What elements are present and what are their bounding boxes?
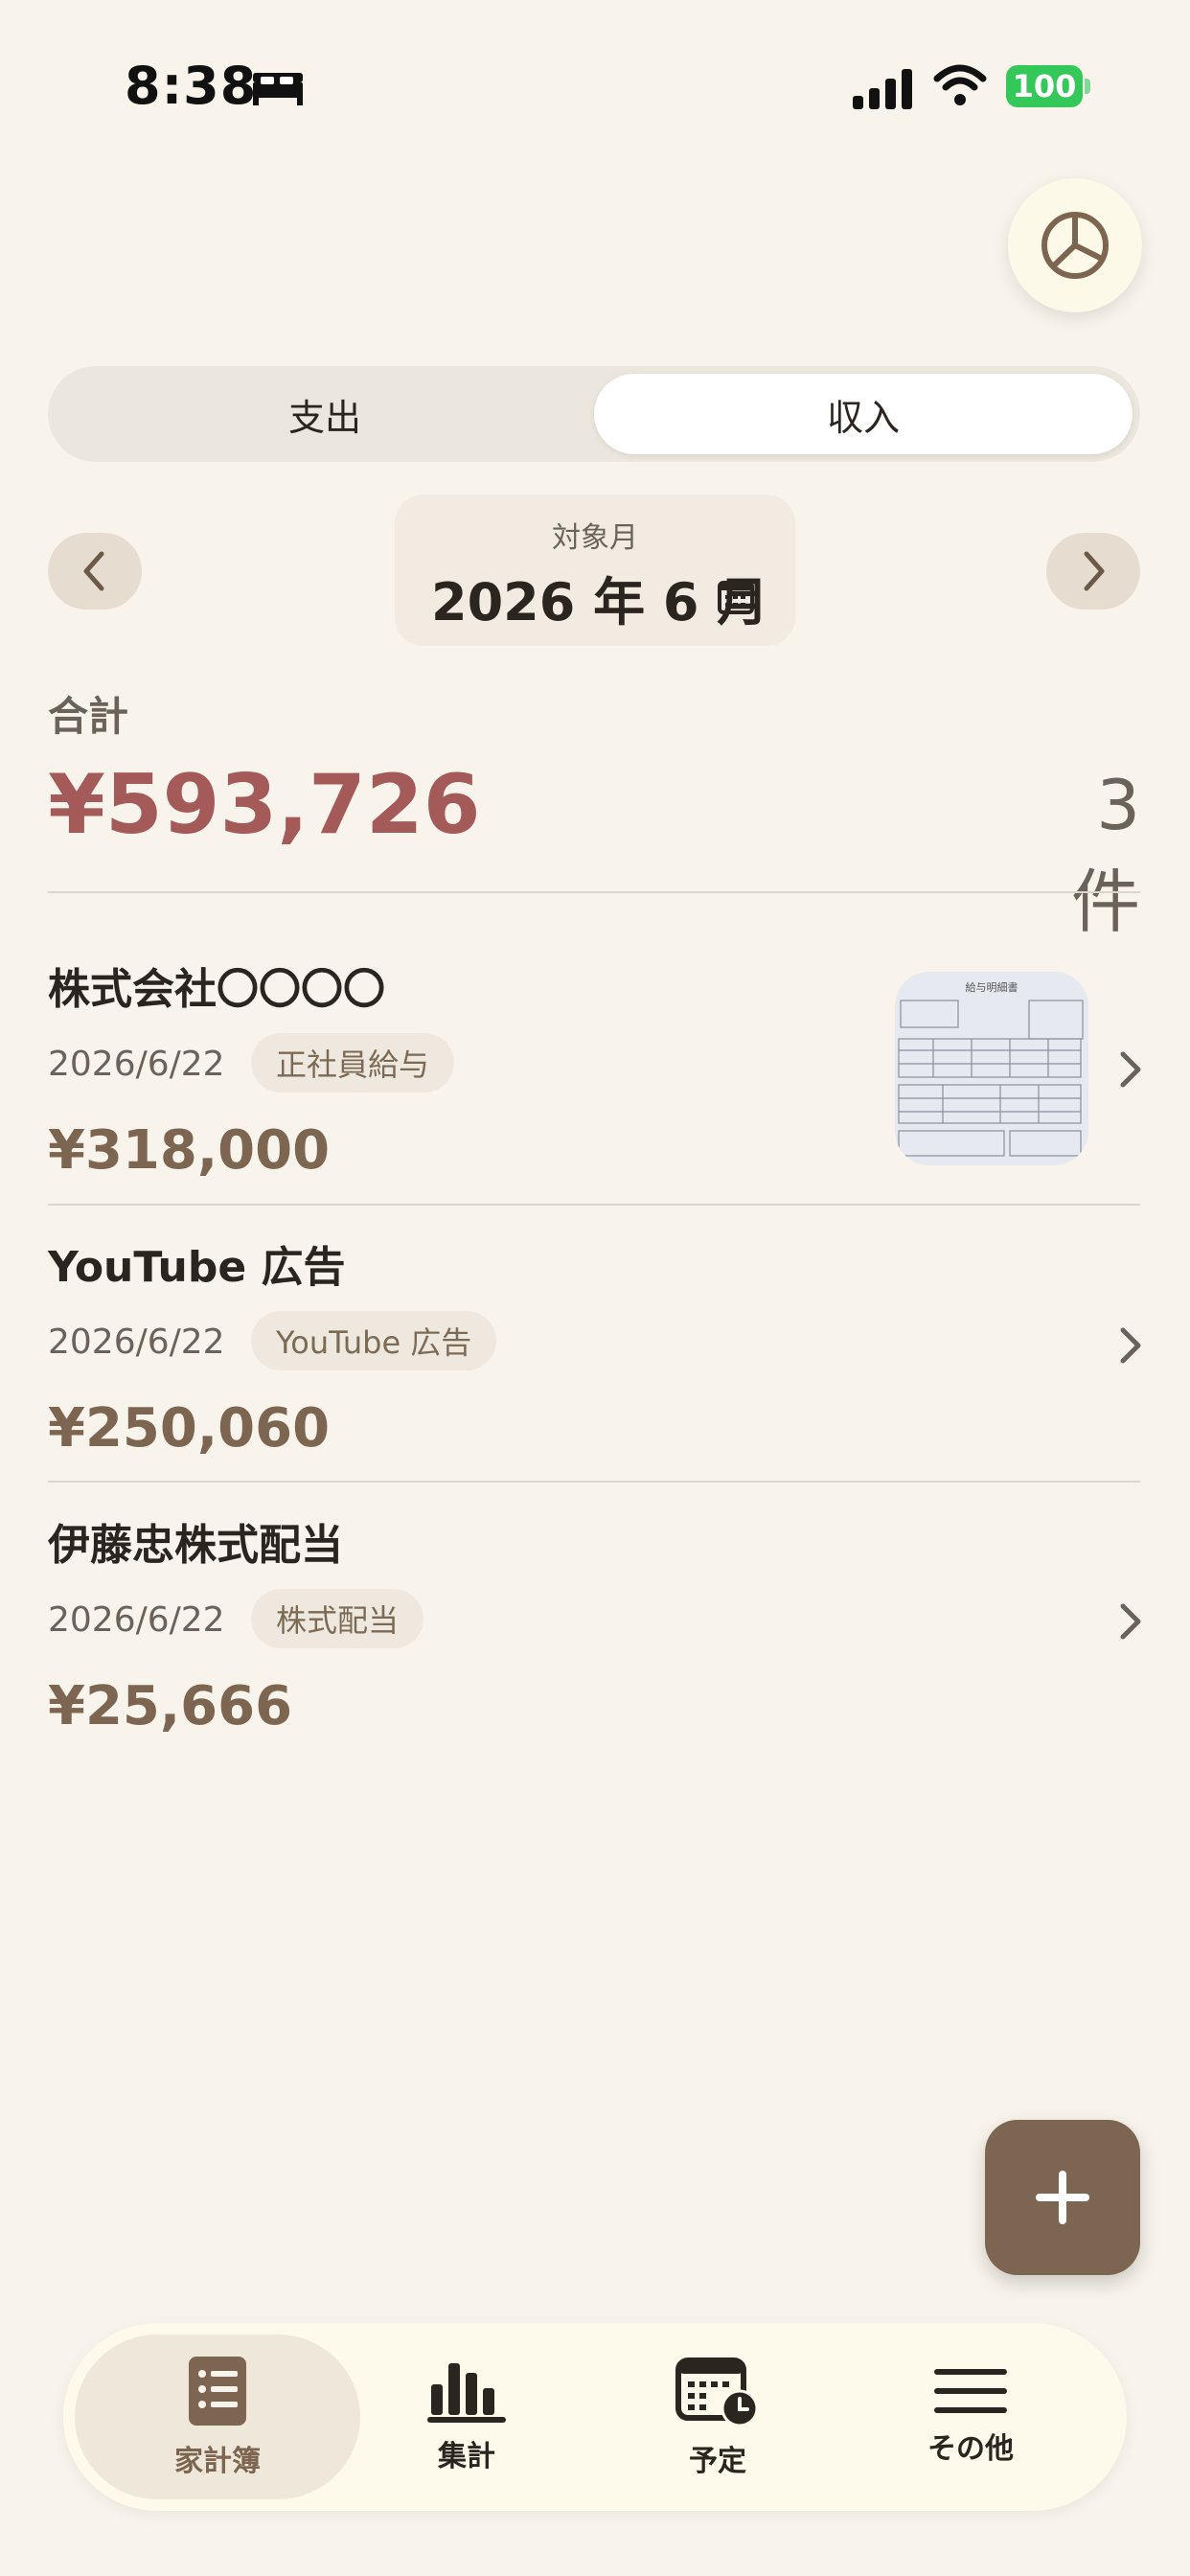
receipt-title: 給与明細書: [966, 980, 1018, 994]
wifi-icon: [933, 64, 987, 105]
entry-name: YouTube 広告: [48, 1243, 346, 1292]
bed-icon: [253, 73, 303, 105]
entry-date: 2026/6/22: [48, 1045, 225, 1084]
chevron-right-icon: [1120, 1603, 1141, 1640]
calendar-icon: [718, 581, 754, 614]
tab-summary[interactable]: 集計: [324, 2334, 609, 2499]
tab-household-book[interactable]: 家計簿: [75, 2334, 360, 2499]
battery-indicator: 100: [1006, 65, 1083, 107]
plus-icon: [1036, 2171, 1089, 2224]
battery-tip: [1085, 79, 1090, 94]
segment-expense[interactable]: 支出: [56, 374, 594, 454]
tab-other[interactable]: その他: [828, 2334, 1113, 2499]
next-month-button[interactable]: [1046, 533, 1140, 610]
chevron-right-icon: [1120, 1051, 1141, 1088]
tab-bar: 家計簿 集計 予定 その他: [63, 2323, 1127, 2511]
status-time: 8:38: [125, 56, 258, 116]
tab-label: 家計簿: [174, 2445, 261, 2478]
chart-button[interactable]: [1008, 178, 1142, 312]
add-entry-button[interactable]: [985, 2120, 1140, 2275]
month-picker[interactable]: 対象月 2026 年 6 月: [395, 494, 795, 646]
menu-icon: [934, 2369, 1007, 2413]
previous-month-button[interactable]: [48, 533, 142, 610]
chevron-left-icon: [83, 551, 104, 591]
pie-chart-icon: [1041, 212, 1109, 279]
entry-name: 伊藤忠株式配当: [48, 1521, 343, 1570]
entry-date: 2026/6/22: [48, 1600, 225, 1640]
chevron-right-icon: [1084, 551, 1105, 591]
entry-amount: ¥250,060: [48, 1397, 331, 1460]
total-label: 合計: [48, 693, 129, 740]
entry-date: 2026/6/22: [48, 1322, 225, 1362]
category-tag: YouTube 広告: [251, 1311, 497, 1370]
segment-income[interactable]: 収入: [594, 374, 1133, 454]
entry-amount: ¥25,666: [48, 1675, 293, 1737]
category-tag: 正社員給与: [251, 1033, 455, 1092]
receipt-image: 給与明細書: [895, 972, 1088, 1165]
calendar-clock-icon: [675, 2358, 759, 2427]
bar-chart-icon: [427, 2363, 506, 2423]
type-segmented-control: 支出 収入: [48, 366, 1140, 462]
chevron-right-icon: [1120, 1327, 1141, 1364]
month-label: 対象月: [552, 521, 638, 555]
tab-label: 予定: [689, 2445, 746, 2478]
tab-label: その他: [927, 2432, 1014, 2466]
tab-schedule[interactable]: 予定: [575, 2334, 860, 2499]
total-amount: ¥593,726: [48, 757, 481, 853]
receipt-thumbnail[interactable]: 給与明細書: [895, 972, 1088, 1165]
entry-name: 株式会社〇〇〇〇: [48, 965, 385, 1014]
cellular-signal-icon: [853, 69, 912, 109]
book-list-icon: [189, 2357, 246, 2426]
category-tag: 株式配当: [251, 1589, 424, 1648]
entry-amount: ¥318,000: [48, 1119, 331, 1182]
tab-label: 集計: [438, 2440, 495, 2473]
